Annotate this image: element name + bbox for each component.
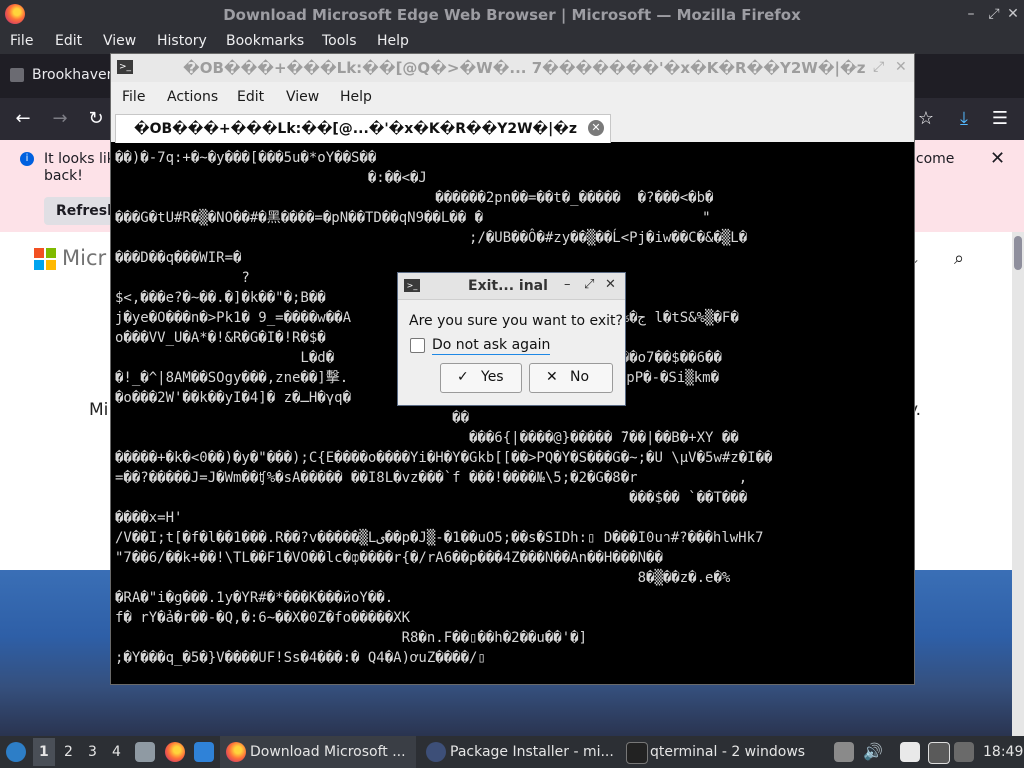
refresh-button[interactable]: Refresh [44, 197, 118, 225]
do-not-ask-checkbox[interactable] [410, 338, 425, 353]
x-icon: ✕ [546, 369, 558, 385]
reload-icon[interactable]: ↻ [83, 106, 109, 132]
bookmark-star-icon[interactable]: ☆ [913, 106, 939, 132]
menu-file[interactable]: File [122, 89, 145, 105]
taskbar: 1 2 3 4 Download Microsoft ... Package I… [0, 736, 1024, 768]
minimize-icon[interactable]: – [851, 59, 858, 75]
clock: 18:49 [983, 744, 1024, 760]
scrollbar-thumb[interactable] [1014, 236, 1022, 270]
display-icon[interactable] [928, 742, 950, 764]
menu-history[interactable]: History [157, 33, 207, 49]
menu-tools[interactable]: Tools [322, 33, 357, 49]
terminal-icon: >_ [404, 279, 420, 292]
terminal-tab-label: �OB���+���Lk:��[@...�'�x�K�R��Y2W�|�z [134, 121, 577, 137]
menu-actions[interactable]: Actions [167, 89, 218, 105]
firefox-icon [226, 742, 246, 762]
terminal-text: ��)�-7q:+�~�y���[���5u�*oY��S�� �:��<�J … [115, 150, 773, 666]
file-manager-icon[interactable] [135, 742, 155, 762]
menu-edit[interactable]: Edit [237, 89, 264, 105]
page-text-left: Mi [89, 400, 109, 420]
menu-view[interactable]: View [103, 33, 136, 49]
menu-file[interactable]: File [10, 33, 33, 49]
dialog-titlebar[interactable]: >_ Exit... inal – ⤢ ✕ [398, 273, 625, 300]
network-icon[interactable] [954, 742, 974, 762]
app-menu-icon[interactable]: ☰ [987, 106, 1013, 132]
firefox-launcher-icon[interactable] [165, 742, 185, 762]
maximize-icon[interactable]: ⤢ [584, 277, 594, 292]
qterminal-title: �OB���+���Lk:��[@Q�>�W�... 7�������'�x�K… [183, 59, 866, 77]
workspace-1[interactable]: 1 [39, 744, 49, 760]
dialog-question: Are you sure you want to exit? [409, 313, 623, 329]
firefox-menubar: File Edit View History Bookmarks Tools H… [0, 30, 1024, 54]
yes-button[interactable]: ✓ Yes [440, 363, 522, 393]
menu-edit[interactable]: Edit [55, 33, 82, 49]
maximize-icon[interactable]: ⤢ [873, 59, 884, 75]
menu-help[interactable]: Help [377, 33, 409, 49]
menu-bookmarks[interactable]: Bookmarks [226, 33, 304, 49]
qterminal-tabbar: �OB���+���Lk:��[@...�'�x�K�R��Y2W�|�z ✕ [111, 112, 914, 143]
microsoft-wordmark: Micr [62, 246, 107, 270]
workspace-4[interactable]: 4 [112, 744, 121, 760]
terminal-output[interactable]: ��)�-7q:+�~�y���[���5u�*oY��S�� �:��<�J … [113, 144, 910, 679]
maximize-icon[interactable]: ⤢ [985, 5, 1003, 23]
close-icon[interactable]: ✕ [605, 277, 616, 292]
firefox-titlebar: Download Microsoft Edge Web Browser | Mi… [0, 0, 1024, 30]
notification-close-icon[interactable]: ✕ [990, 148, 1005, 169]
forward-icon[interactable]: → [47, 106, 73, 132]
terminal-launcher-icon[interactable] [194, 742, 214, 762]
no-button[interactable]: ✕ No [529, 363, 613, 393]
scroll-icon[interactable] [834, 742, 854, 762]
qterminal-icon [626, 742, 648, 764]
minimize-icon[interactable]: – [962, 5, 980, 23]
notification-text-2: back! [44, 168, 83, 184]
workspace-3[interactable]: 3 [88, 744, 97, 760]
start-menu-icon[interactable] [6, 742, 26, 762]
qterminal-titlebar[interactable]: >_ �OB���+���Lk:��[@Q�>�W�... 7�������'�… [111, 54, 914, 83]
terminal-icon: >_ [117, 60, 133, 74]
menu-view[interactable]: View [286, 89, 319, 105]
check-icon: ✓ [457, 369, 469, 385]
exit-dialog: >_ Exit... inal – ⤢ ✕ Are you sure you w… [397, 272, 626, 406]
qterminal-menubar: File Actions Edit View Help [111, 82, 914, 112]
microsoft-logo-icon [34, 248, 56, 270]
workspace-2[interactable]: 2 [64, 744, 73, 760]
taskbar-item-package-installer[interactable]: Package Installer - mi... [420, 736, 616, 768]
package-installer-icon [426, 742, 446, 762]
clipboard-icon[interactable] [900, 742, 920, 762]
do-not-ask-label[interactable]: Do not ask again [432, 337, 551, 355]
dialog-title: Exit... inal [468, 278, 548, 294]
taskbar-item-qterminal[interactable]: qterminal - 2 windows [620, 736, 816, 768]
back-icon[interactable]: ← [10, 106, 36, 132]
tab-title: Brookhaven [32, 67, 116, 83]
tab-close-icon[interactable]: ✕ [588, 120, 604, 136]
firefox-window-title: Download Microsoft Edge Web Browser | Mi… [223, 6, 801, 24]
terminal-tab[interactable]: �OB���+���Lk:��[@...�'�x�K�R��Y2W�|�z ✕ [115, 114, 611, 143]
minimize-icon[interactable]: – [564, 277, 571, 292]
notification-text-right: lcome [912, 151, 955, 167]
search-icon[interactable]: ⌕ [954, 248, 964, 269]
menu-help[interactable]: Help [340, 89, 372, 105]
close-icon[interactable]: ✕ [895, 59, 907, 75]
downloads-icon[interactable]: ⤓ [951, 106, 977, 132]
tab-favicon-icon [10, 68, 24, 82]
taskbar-item-firefox[interactable]: Download Microsoft ... [220, 736, 416, 768]
info-icon: i [20, 152, 34, 166]
notification-text: It looks lik [44, 151, 115, 167]
page-scrollbar[interactable] [1012, 232, 1024, 736]
volume-icon[interactable]: 🔊 [863, 742, 883, 761]
close-icon[interactable]: ✕ [1004, 5, 1022, 23]
